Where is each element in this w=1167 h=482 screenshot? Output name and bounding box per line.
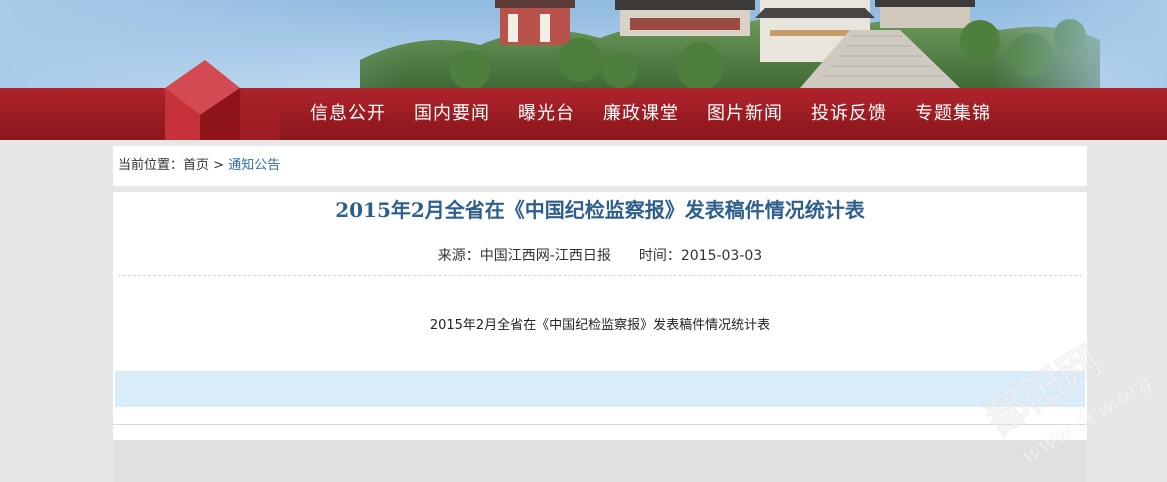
nav-menu: 信息公开 国内要闻 曝光台 廉政课堂 图片新闻 投诉反馈 专题集锦 — [296, 88, 1005, 140]
article-meta: 来源：中国江西网-江西日报 时间：2015-03-03 — [113, 246, 1087, 266]
main-nav-bar: 信息公开 国内要闻 曝光台 廉政课堂 图片新闻 投诉反馈 专题集锦 — [0, 60, 1167, 140]
nav-item-complaint-feedback[interactable]: 投诉反馈 — [797, 88, 901, 140]
breadcrumb-current-link[interactable]: 通知公告 — [228, 158, 280, 173]
article-panel: 2015年2月全省在《中国纪检监察报》发表稿件情况统计表 来源：中国江西网-江西… — [113, 192, 1087, 440]
article-bottom-divider — [113, 424, 1087, 425]
site-logo-cube — [165, 60, 280, 140]
nav-item-special-topics[interactable]: 专题集锦 — [901, 88, 1005, 140]
source-label: 来源： — [437, 248, 480, 264]
source-value: 中国江西网-江西日报 — [479, 248, 611, 264]
breadcrumb-prefix: 当前位置： — [118, 158, 184, 173]
content-highlight-band — [115, 371, 1085, 407]
meta-divider — [118, 275, 1082, 276]
lower-content-area — [113, 440, 1087, 482]
article-title: 2015年2月全省在《中国纪检监察报》发表稿件情况统计表 — [335, 198, 865, 222]
nav-item-domestic-news[interactable]: 国内要闻 — [400, 88, 504, 140]
time-value: 2015-03-03 — [680, 248, 763, 264]
nav-item-exposure[interactable]: 曝光台 — [504, 88, 589, 140]
breadcrumb: 当前位置：首页 > 通知公告 — [113, 146, 1087, 186]
article-body-text: 2015年2月全省在《中国纪检监察报》发表稿件情况统计表 — [429, 318, 771, 333]
time-label: 时间： — [638, 248, 681, 264]
nav-item-info-public[interactable]: 信息公开 — [296, 88, 400, 140]
nav-item-integrity-class[interactable]: 廉政课堂 — [589, 88, 693, 140]
nav-item-photo-news[interactable]: 图片新闻 — [693, 88, 797, 140]
breadcrumb-separator: > — [209, 158, 229, 173]
breadcrumb-home-link[interactable]: 首页 — [183, 158, 209, 173]
